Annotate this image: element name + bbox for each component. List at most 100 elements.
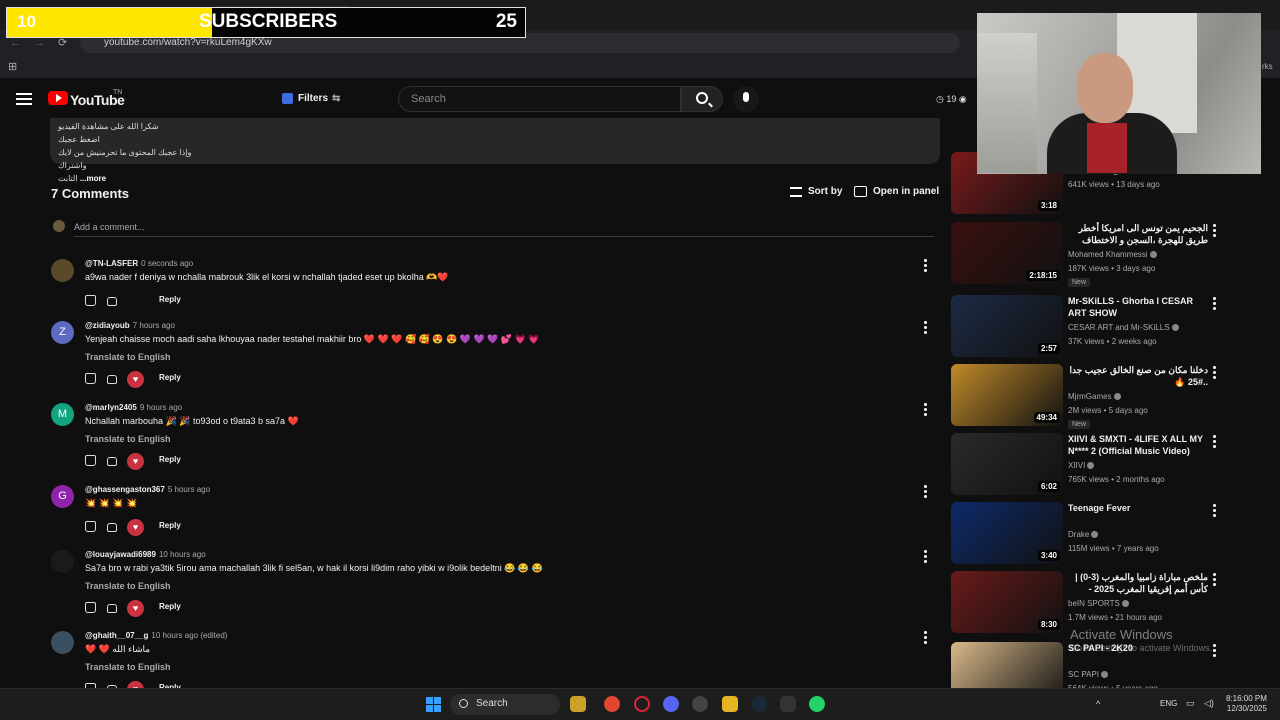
- show-more-link[interactable]: ...more: [80, 174, 106, 183]
- video-description[interactable]: شكرا الله على مشاهدة الفيديو اضغط عجبك و…: [50, 118, 940, 183]
- windows-start-icon[interactable]: [426, 697, 441, 712]
- more-options-icon[interactable]: [1213, 435, 1216, 450]
- channel-name[interactable]: CESAR ART and Mr-SKiLLS: [1068, 323, 1179, 332]
- youtube-logo-icon[interactable]: [48, 91, 68, 105]
- apps-grid-icon[interactable]: ⊞: [8, 60, 17, 73]
- more-options-icon[interactable]: [1213, 224, 1216, 239]
- reply-button[interactable]: Reply: [159, 602, 181, 611]
- network-icon[interactable]: ▭: [1186, 698, 1195, 709]
- reply-button[interactable]: Reply: [159, 455, 181, 464]
- video-title[interactable]: دخلنا مكان من صنع الخالق عجيب جدا ..#25 …: [1068, 364, 1208, 388]
- like-icon[interactable]: [85, 455, 96, 466]
- avatar[interactable]: [51, 631, 74, 654]
- channel-name[interactable]: Mohamed Khammessi: [1068, 250, 1157, 259]
- dislike-icon[interactable]: [107, 604, 117, 613]
- filters-button[interactable]: Filters ⇆: [276, 87, 346, 111]
- taskbar-clock[interactable]: 8:16:00 PM 12/30/2025: [1226, 694, 1267, 714]
- related-video-item[interactable]: 2:57 Mr-SKiLLS - Ghorba l CESAR ART SHOW C…: [951, 295, 1251, 359]
- channel-name[interactable]: Drake: [1068, 530, 1099, 539]
- translate-link[interactable]: Translate to English: [85, 352, 171, 362]
- more-options-icon[interactable]: [1213, 573, 1216, 588]
- translate-link[interactable]: Translate to English: [85, 662, 171, 672]
- reply-button[interactable]: Reply: [159, 373, 181, 382]
- voice-search-icon[interactable]: [733, 86, 759, 112]
- file-explorer-icon[interactable]: [570, 696, 586, 712]
- forward-icon[interactable]: →: [34, 37, 45, 49]
- comment-author[interactable]: @louayjawadi6989: [85, 550, 156, 559]
- more-options-icon[interactable]: [924, 403, 928, 418]
- avatar[interactable]: [51, 259, 74, 282]
- capcut-icon[interactable]: [780, 696, 796, 712]
- more-options-icon[interactable]: [924, 321, 928, 336]
- search-input[interactable]: Search: [398, 86, 681, 112]
- comment-author[interactable]: @ghassengaston367: [85, 485, 165, 494]
- translate-link[interactable]: Translate to English: [85, 434, 171, 444]
- volume-icon[interactable]: ◁): [1204, 698, 1214, 709]
- related-video-item[interactable]: 49:34 دخلنا مكان من صنع الخالق عجيب جدا .…: [951, 364, 1251, 429]
- bookmarks-overflow[interactable]: rks: [1262, 62, 1273, 71]
- more-options-icon[interactable]: [924, 631, 928, 646]
- channel-name[interactable]: XIIVI: [1068, 461, 1095, 470]
- opera-icon[interactable]: [634, 696, 650, 712]
- comment-timestamp[interactable]: 10 hours ago: [159, 550, 206, 559]
- related-video-item[interactable]: 2:18:15 الجحيم يمن تونس الى امريكا أخطر ط…: [951, 222, 1251, 287]
- taskbar-search[interactable]: Search: [450, 694, 560, 715]
- more-options-icon[interactable]: [1213, 297, 1216, 312]
- video-thumbnail[interactable]: 6:02: [951, 433, 1063, 495]
- translate-link[interactable]: Translate to English: [85, 581, 171, 591]
- comment-author[interactable]: @ghaith__07__g: [85, 631, 148, 640]
- comment-author[interactable]: @TN-LASFER: [85, 259, 138, 268]
- add-comment-input[interactable]: Add a comment...: [74, 222, 934, 237]
- video-thumbnail[interactable]: 2:18:15: [951, 222, 1063, 284]
- reply-button[interactable]: Reply: [159, 295, 181, 304]
- avatar[interactable]: [51, 550, 74, 573]
- more-options-icon[interactable]: [1213, 504, 1216, 519]
- video-title[interactable]: XIIVI & SMXTI - 4LIFE X ALL MY N**** 2 (…: [1068, 433, 1208, 457]
- folder-icon[interactable]: [722, 696, 738, 712]
- avatar[interactable]: G: [51, 485, 74, 508]
- hamburger-menu-icon[interactable]: [16, 93, 32, 105]
- chrome-icon[interactable]: [604, 696, 620, 712]
- like-icon[interactable]: [85, 521, 96, 532]
- comment-timestamp[interactable]: 9 hours ago: [140, 403, 182, 412]
- dislike-icon[interactable]: [107, 523, 117, 532]
- reply-button[interactable]: Reply: [159, 521, 181, 530]
- comment-timestamp[interactable]: 0 seconds ago: [141, 259, 193, 268]
- steam-icon[interactable]: [751, 696, 767, 712]
- tray-chevron-icon[interactable]: ^: [1096, 699, 1100, 709]
- comment-timestamp[interactable]: 7 hours ago: [133, 321, 175, 330]
- sort-by-button[interactable]: Sort by: [790, 186, 842, 197]
- more-options-icon[interactable]: [924, 485, 928, 500]
- related-video-item[interactable]: 6:02 XIIVI & SMXTI - 4LIFE X ALL MY N****…: [951, 433, 1251, 497]
- back-icon[interactable]: ←: [10, 37, 21, 49]
- comment-timestamp[interactable]: 10 hours ago (edited): [151, 631, 227, 640]
- more-options-icon[interactable]: [924, 550, 928, 565]
- discord-icon[interactable]: [663, 696, 679, 712]
- dislike-icon[interactable]: [107, 457, 117, 466]
- channel-name[interactable]: beIN SPORTS: [1068, 599, 1129, 608]
- video-title[interactable]: الجحيم يمن تونس الى امريكا أخطر طريق لله…: [1068, 222, 1208, 248]
- open-in-panel-button[interactable]: Open in panel: [854, 186, 939, 197]
- dislike-icon[interactable]: [107, 297, 117, 306]
- more-options-icon[interactable]: [924, 259, 928, 274]
- comment-author[interactable]: @marlyn2405: [85, 403, 137, 412]
- dislike-icon[interactable]: [107, 375, 117, 384]
- more-options-icon[interactable]: [1213, 644, 1216, 659]
- whatsapp-icon[interactable]: [809, 696, 825, 712]
- language-indicator[interactable]: ENG: [1160, 699, 1177, 708]
- video-title[interactable]: Teenage Fever: [1068, 502, 1208, 514]
- video-thumbnail[interactable]: 3:40: [951, 502, 1063, 564]
- more-options-icon[interactable]: [1213, 366, 1216, 381]
- video-title[interactable]: Mr-SKiLLS - Ghorba l CESAR ART SHOW: [1068, 295, 1208, 319]
- like-icon[interactable]: [85, 295, 96, 306]
- related-video-item[interactable]: 3:40 Teenage Fever Drake 115M views • 7 yea…: [951, 502, 1251, 566]
- video-thumbnail[interactable]: 8:30: [951, 571, 1063, 633]
- channel-name[interactable]: SC PAPI: [1068, 670, 1108, 679]
- video-title[interactable]: ملخص مباراة زامبيا والمغرب (3-0) | كأس أ…: [1068, 571, 1208, 597]
- like-icon[interactable]: [85, 602, 96, 613]
- comment-timestamp[interactable]: 5 hours ago: [168, 485, 210, 494]
- channel-name[interactable]: MjrmGames: [1068, 392, 1121, 401]
- comment-author[interactable]: @zidiayoub: [85, 321, 130, 330]
- video-thumbnail[interactable]: 49:34: [951, 364, 1063, 426]
- settings-icon[interactable]: [692, 696, 708, 712]
